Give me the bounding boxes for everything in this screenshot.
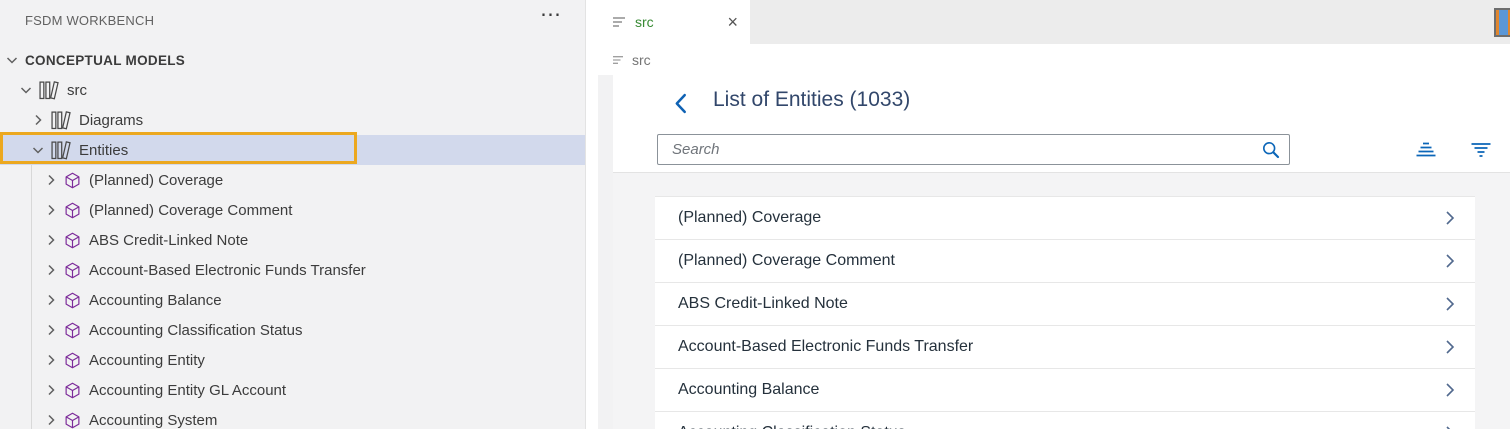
conceptual-models-tree: CONCEPTUAL MODELS src Diagrams Entities … [0, 45, 585, 429]
search-icon[interactable] [1261, 140, 1281, 160]
tree-item-label: src [67, 81, 87, 99]
tree-item-entity[interactable]: Accounting Entity [0, 345, 585, 375]
tree-item-label: ABS Credit-Linked Note [89, 231, 249, 249]
list-item-label: (Planned) Coverage [678, 209, 822, 226]
chevron-right-icon [1445, 339, 1455, 355]
back-button[interactable] [671, 91, 689, 115]
tree-item-entities[interactable]: Entities [0, 135, 585, 165]
entity-cube-icon [64, 262, 81, 279]
chevron-right-icon[interactable] [42, 262, 59, 278]
tree-item-label: Accounting Balance [89, 291, 222, 309]
entity-cube-icon [64, 172, 81, 189]
tree-item-label: (Planned) Coverage [89, 171, 224, 189]
tab-label: src [635, 14, 654, 30]
list-item-label: Accounting Classification Status [678, 424, 906, 429]
tree-item-label: CONCEPTUAL MODELS [25, 52, 186, 68]
list-item-label: ABS Credit-Linked Note [678, 295, 848, 312]
panel-left-gutter [598, 75, 613, 429]
stripe [1499, 10, 1508, 35]
list-item-label: Accounting Balance [678, 381, 820, 398]
tree-item-src[interactable]: src [0, 75, 585, 105]
list-icon [612, 55, 624, 65]
tree-item-label: Accounting Classification Status [89, 321, 303, 339]
chevron-right-icon[interactable] [42, 352, 59, 368]
chevron-right-icon[interactable] [42, 292, 59, 308]
library-icon [51, 110, 72, 130]
more-actions-icon[interactable]: ⋯ [540, 1, 563, 29]
library-icon [39, 80, 60, 100]
tree-item-label: (Planned) Coverage Comment [89, 201, 293, 219]
chevron-right-icon[interactable] [42, 412, 59, 428]
entity-cube-icon [64, 352, 81, 369]
tree-item-entity[interactable]: Accounting System [0, 405, 585, 429]
search-box [657, 134, 1290, 165]
tree-item-label: Accounting System [89, 411, 218, 429]
tree-item-label: Account-Based Electronic Funds Transfer [89, 261, 366, 279]
entity-cube-icon [64, 412, 81, 429]
list-item[interactable]: Accounting Classification Status [655, 412, 1475, 429]
list-item-label: (Planned) Coverage Comment [678, 252, 895, 269]
library-icon [51, 140, 72, 160]
list-icon [612, 16, 626, 28]
sidebar-title: FSDM WORKBENCH [25, 13, 155, 28]
tree-item-entity[interactable]: (Planned) Coverage [0, 165, 585, 195]
entities-list: (Planned) Coverage (Planned) Coverage Co… [655, 196, 1475, 429]
chevron-down-icon[interactable] [29, 142, 46, 158]
chevron-right-icon [1445, 296, 1455, 312]
list-item[interactable]: (Planned) Coverage Comment [655, 240, 1475, 283]
tree-item-entity[interactable]: Account-Based Electronic Funds Transfer [0, 255, 585, 285]
chevron-down-icon[interactable] [17, 82, 34, 98]
list-item[interactable]: (Planned) Coverage [655, 197, 1475, 240]
tree-item-label: Accounting Entity GL Account [89, 381, 287, 399]
tree-item-entity[interactable]: Accounting Entity GL Account [0, 375, 585, 405]
chevron-right-icon[interactable] [42, 172, 59, 188]
close-icon[interactable]: × [727, 13, 738, 31]
chevron-right-icon[interactable] [29, 112, 46, 128]
chevron-right-icon[interactable] [42, 382, 59, 398]
entity-cube-icon [64, 382, 81, 399]
list-item-label: Account-Based Electronic Funds Transfer [678, 338, 974, 355]
tree-item-entity[interactable]: (Planned) Coverage Comment [0, 195, 585, 225]
sidebar: FSDM WORKBENCH ⋯ CONCEPTUAL MODELS src D… [0, 0, 586, 429]
editor-area: src × src List of Entities (1033) Search… [586, 0, 1510, 429]
tab-src[interactable]: src × [600, 0, 750, 44]
entity-cube-icon [64, 292, 81, 309]
chevron-right-icon[interactable] [42, 232, 59, 248]
tree-item-entity[interactable]: Accounting Balance [0, 285, 585, 315]
tree-item-entity[interactable]: Accounting Classification Status [0, 315, 585, 345]
entity-cube-icon [64, 232, 81, 249]
fsdm-workbench-window: FSDM WORKBENCH ⋯ CONCEPTUAL MODELS src D… [0, 0, 1510, 429]
chevron-right-icon[interactable] [42, 322, 59, 338]
chevron-right-icon [1445, 425, 1455, 429]
tree-indent-guide [31, 165, 32, 429]
search-input[interactable] [658, 135, 1261, 164]
filter-icon[interactable] [1470, 141, 1492, 164]
chevron-right-icon [1445, 382, 1455, 398]
breadcrumb[interactable]: src [586, 44, 1510, 75]
chevron-down-icon[interactable] [3, 52, 20, 68]
tree-item-conceptual-models[interactable]: CONCEPTUAL MODELS [0, 45, 585, 75]
tree-item-label: Diagrams [79, 111, 144, 129]
breadcrumb-item-src[interactable]: src [632, 52, 651, 68]
page-title: List of Entities (1033) [713, 88, 911, 111]
sort-icon[interactable] [1415, 141, 1437, 164]
entity-cube-icon [64, 322, 81, 339]
tab-bar: src × [600, 0, 1510, 44]
list-item[interactable]: Accounting Balance [655, 369, 1475, 412]
tree-item-label: Accounting Entity [89, 351, 205, 369]
layout-split-icon[interactable] [1494, 8, 1510, 37]
tree-item-label: Entities [79, 141, 129, 159]
chevron-right-icon[interactable] [42, 202, 59, 218]
list-item[interactable]: ABS Credit-Linked Note [655, 283, 1475, 326]
panel-header: List of Entities (1033) [613, 75, 1510, 173]
chevron-right-icon [1445, 210, 1455, 226]
tree-item-diagrams[interactable]: Diagrams [0, 105, 585, 135]
tree-item-entity[interactable]: ABS Credit-Linked Note [0, 225, 585, 255]
entity-cube-icon [64, 202, 81, 219]
list-item[interactable]: Account-Based Electronic Funds Transfer [655, 326, 1475, 369]
chevron-right-icon [1445, 253, 1455, 269]
